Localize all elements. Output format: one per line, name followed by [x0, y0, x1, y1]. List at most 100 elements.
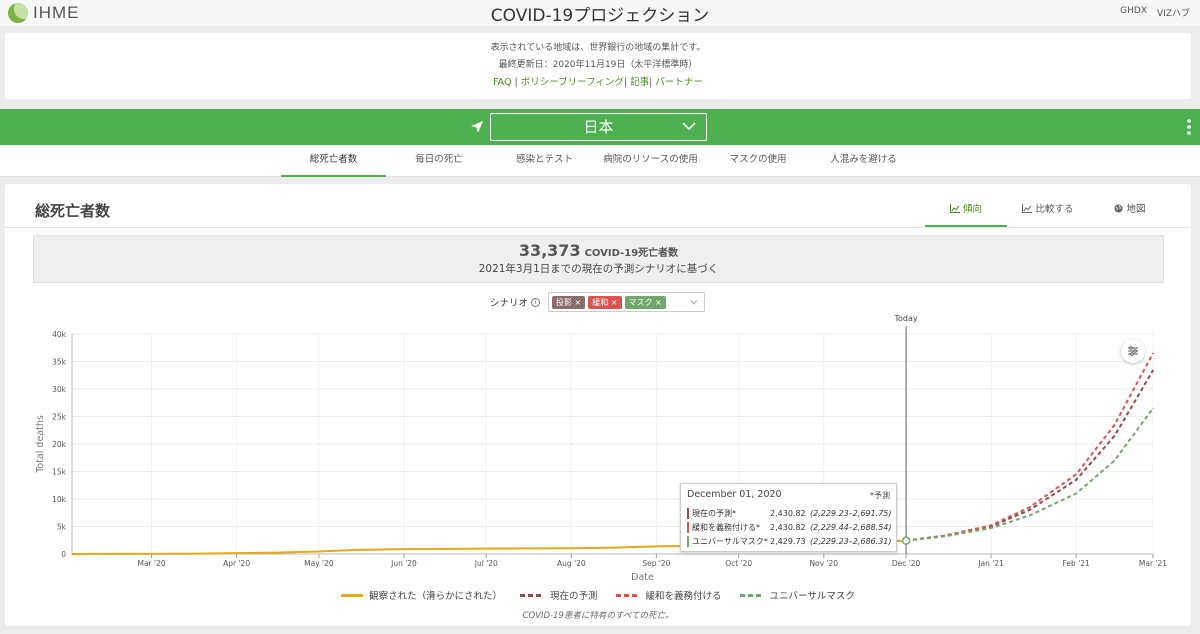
tooltip-value: 2,430.82 — [770, 522, 806, 532]
data-point — [356, 549, 358, 551]
tab-hospital-resources[interactable]: 病院のリソースの使用 — [598, 145, 703, 177]
y-tick-label: 25k — [52, 413, 67, 422]
y-tick-label: 20k — [52, 440, 67, 449]
ghdx-link[interactable]: GHDX — [1120, 6, 1147, 19]
legend-item-observed[interactable]: 観察された（滑らかにされた） — [341, 588, 502, 602]
series-line — [905, 352, 1154, 542]
tab-infections-testing[interactable]: 感染とテスト — [497, 145, 592, 177]
data-point — [990, 524, 992, 526]
region-note: 表示されている地域は、世界銀行の地域の集計です。 — [490, 43, 706, 53]
data-point — [318, 550, 320, 553]
data-point — [1113, 459, 1116, 462]
location-value: 日本 — [583, 118, 614, 136]
chevron-down-icon — [682, 122, 696, 131]
data-point — [609, 547, 611, 549]
legend-swatch — [739, 593, 764, 597]
data-point — [1152, 407, 1154, 409]
tab-total-deaths[interactable]: 総死亡者数 — [281, 145, 386, 177]
x-tick-label: Mar '20 — [137, 559, 165, 568]
chart-legend: 観察された（滑らかにされた） 現在の予測 緩和を義務付ける ユニバーサルマスク — [5, 588, 1191, 602]
top-links: GHDX VIZハブ — [1120, 6, 1190, 19]
metric-tabs: 総死亡者数 毎日の死亡 感染とテスト 病院のリソースの使用 マスクの使用 人混み… — [0, 145, 1200, 177]
tooltip-value: 2,429.73 — [770, 536, 806, 546]
x-tick-label: Apr '20 — [223, 559, 250, 568]
data-point — [943, 535, 946, 537]
x-tick-label: Dec '20 — [892, 559, 921, 568]
tooltip-ci: (2,229.23–2,686.31) — [810, 536, 892, 546]
data-point — [274, 552, 276, 554]
location-select[interactable]: 日本 — [490, 113, 707, 141]
viz-hub-link[interactable]: VIZハブ — [1157, 6, 1190, 19]
legend-label: 観察された（滑らかにされた） — [369, 591, 502, 602]
x-tick-label: May '20 — [304, 559, 334, 568]
data-point — [403, 548, 405, 550]
series-color-swatch — [687, 535, 689, 547]
y-tick-label: 5k — [57, 523, 67, 532]
info-links: FAQ | ポリシーブリーフィング| 記事| パートナー — [493, 77, 703, 88]
legend-label: ユニバーサルマスク — [769, 591, 855, 602]
data-point — [655, 545, 657, 548]
legend-label: 緩和を義務付ける — [645, 591, 722, 602]
tab-social-distancing[interactable]: 人混みを避ける — [812, 145, 915, 177]
x-axis-title: Date — [631, 572, 654, 583]
partners-link[interactable]: パートナー — [655, 77, 703, 88]
tooltip-series-name: 緩和を義務付ける* — [692, 522, 760, 532]
series-color-swatch — [687, 521, 689, 533]
y-tick-label: 10k — [52, 495, 67, 504]
top-bar: IHME COVID-19プロジェクション GHDX VIZハブ — [0, 0, 1200, 26]
tooltip-row: 現在の予測* 2,430.82 (2,229.23–2,691.75) — [687, 507, 892, 519]
series-line — [905, 407, 1154, 542]
data-point — [485, 548, 487, 550]
x-tick-label: Aug '20 — [557, 559, 586, 568]
faq-link[interactable]: FAQ — [493, 77, 511, 88]
y-tick-label: 35k — [52, 358, 67, 367]
y-tick-label: 0 — [61, 550, 66, 559]
legend-item-mandates-easing[interactable]: 緩和を義務付ける — [615, 588, 722, 602]
tooltip-ci: (2,229.23–2,691.75) — [810, 508, 892, 518]
hover-marker — [901, 536, 911, 545]
x-tick-label: Sep '20 — [642, 559, 670, 568]
data-point — [1152, 369, 1154, 371]
y-tick-label: 15k — [52, 468, 67, 477]
data-point — [990, 527, 992, 529]
data-point — [1075, 479, 1077, 481]
data-point — [1028, 514, 1031, 517]
data-point — [71, 553, 73, 555]
legend-item-current-projection[interactable]: 現在の予測 — [519, 588, 598, 602]
tooltip-series-name: ユニバーサルマスク* — [692, 536, 768, 546]
legend-swatch — [615, 593, 640, 597]
tooltip-row: 緩和を義務付ける* 2,430.82 (2,229.44–2,688.54) — [687, 521, 892, 533]
legend-label: 現在の予測 — [549, 591, 598, 602]
data-point — [1113, 424, 1116, 426]
sliders-icon — [1128, 346, 1138, 356]
x-tick-label: Jan '21 — [977, 559, 1004, 568]
policy-briefing-link[interactable]: ポリシーブリーフィング — [521, 77, 624, 88]
data-point — [1113, 435, 1116, 437]
location-bar: 日本 — [0, 109, 1200, 145]
tab-mask-use[interactable]: マスクの使用 — [710, 145, 806, 177]
chart-settings-button[interactable] — [1121, 339, 1145, 363]
y-tick-label: 30k — [52, 385, 67, 394]
data-point — [1028, 506, 1031, 508]
y-tick-label: 40k — [52, 330, 67, 339]
data-point — [570, 547, 572, 549]
tooltip-series-name: 現在の予測* — [692, 508, 736, 518]
data-point — [1028, 509, 1031, 511]
data-point — [189, 553, 191, 555]
legend-swatch — [341, 593, 364, 597]
chart-panel: 総死亡者数 傾向 比較する 地図 33,373 COVID-19死亡者数 2021… — [5, 184, 1191, 626]
y-axis-title: Total deaths — [35, 415, 46, 474]
total-deaths-chart[interactable]: 0 5k 10k 15k 20k 25k 30k 35k 40k Mar '20 Apr '20 Ma… — [5, 184, 1191, 584]
more-menu-icon[interactable] — [1186, 118, 1192, 136]
tooltip-ci: (2,229.44–2,688.54) — [810, 522, 892, 532]
articles-link[interactable]: 記事 — [630, 77, 649, 88]
page-title: COVID-19プロジェクション — [490, 6, 710, 26]
x-tick-label: Mar '21 — [1139, 559, 1167, 568]
today-label: Today — [894, 314, 918, 323]
x-tick-label: Oct '20 — [725, 559, 752, 568]
location-arrow-icon[interactable] — [469, 119, 485, 135]
tab-daily-deaths[interactable]: 毎日の死亡 — [393, 145, 485, 177]
legend-swatch — [519, 593, 544, 597]
chart-footnote: COVID-19患者に特有のすべての死亡。 — [522, 611, 674, 621]
legend-item-universal-masks[interactable]: ユニバーサルマスク — [739, 588, 855, 602]
